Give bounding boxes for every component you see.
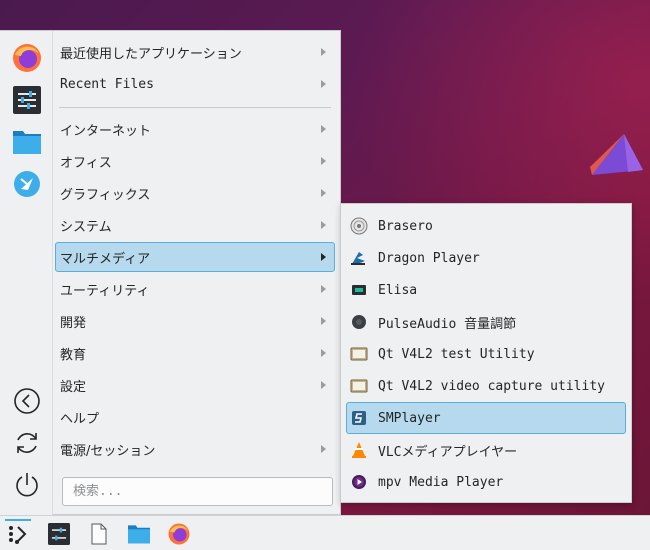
menu-item-label: Recent Files	[60, 76, 154, 92]
submenu-item-label: Dragon Player	[378, 250, 480, 266]
menu-item-label: 開発	[60, 315, 87, 331]
favorite-discover[interactable]	[10, 167, 44, 201]
taskbar-file-manager[interactable]	[125, 520, 153, 548]
taskbar-system-settings[interactable]	[45, 520, 73, 548]
file-manager-icon	[128, 525, 150, 544]
disc-icon	[350, 217, 368, 235]
wallpaper-logo-shape	[590, 134, 643, 175]
favorite-file-manager[interactable]	[10, 125, 44, 159]
menu-item-label: ユーティリティ	[60, 283, 150, 299]
submenu-item-label: SMPlayer	[378, 410, 441, 426]
search-box[interactable]	[62, 477, 333, 506]
taskbar	[0, 515, 650, 550]
menu-item-office[interactable]: オフィス	[55, 146, 335, 176]
chevron-right-icon	[321, 253, 326, 261]
submenu-item-dragon-player[interactable]: Dragon Player	[346, 242, 626, 274]
menu-item-multimedia[interactable]: マルチメディア	[55, 242, 335, 272]
discover-icon	[14, 171, 40, 197]
file-manager-icon	[13, 131, 41, 154]
favorite-system-settings[interactable]	[10, 83, 44, 117]
submenu-item-qv4l2[interactable]: Qt V4L2 test Utility	[346, 338, 626, 370]
chevron-right-icon	[321, 381, 326, 389]
chevron-right-icon	[321, 189, 326, 197]
menu-item-label: インターネット	[60, 123, 152, 139]
dragon-player-icon	[350, 249, 368, 267]
chevron-right-icon	[321, 221, 326, 229]
elisa-icon	[350, 281, 368, 299]
favorites-sidebar	[0, 31, 53, 516]
submenu-item-label: Qt V4L2 test Utility	[378, 346, 535, 362]
multimedia-submenu: Brasero Dragon Player Elisa PulseAudio 音…	[340, 203, 632, 503]
menu-item-settings[interactable]: 設定	[55, 370, 335, 400]
qv4l2-icon	[350, 345, 368, 363]
menu-item-education[interactable]: 教育	[55, 338, 335, 368]
chevron-right-icon	[321, 125, 326, 133]
chevron-right-icon	[321, 285, 326, 293]
submenu-item-qvidcap[interactable]: Qt V4L2 video capture utility	[346, 370, 626, 402]
application-launcher-button[interactable]	[4, 519, 32, 548]
taskbar-document[interactable]	[85, 520, 113, 548]
submenu-item-mpv[interactable]: mpv Media Player	[346, 466, 626, 498]
menu-item-recent-applications[interactable]: 最近使用したアプリケーション	[55, 37, 335, 67]
chevron-right-icon	[321, 445, 326, 453]
qvidcap-icon	[350, 377, 368, 395]
submenu-item-smplayer[interactable]: SMPlayer	[346, 402, 626, 434]
firefox-icon	[168, 523, 190, 545]
shutdown-button[interactable]	[12, 470, 42, 500]
submenu-item-elisa[interactable]: Elisa	[346, 274, 626, 306]
chevron-right-icon	[321, 48, 326, 56]
submenu-item-brasero[interactable]: Brasero	[346, 210, 626, 242]
restart-icon	[17, 433, 37, 453]
chevron-right-icon	[321, 317, 326, 325]
vlc-icon	[350, 441, 368, 459]
application-menu: 最近使用したアプリケーション Recent Files インターネット オフィス…	[0, 30, 341, 516]
application-launcher-icon	[9, 526, 27, 544]
menu-item-label: システム	[60, 219, 112, 235]
chevron-right-icon	[321, 80, 326, 88]
back-arrow-icon	[14, 388, 40, 414]
menu-item-power-session[interactable]: 電源/セッション	[55, 434, 335, 464]
favorite-firefox[interactable]	[10, 41, 44, 75]
submenu-item-vlc[interactable]: VLCメディアプレイヤー	[346, 434, 626, 466]
search-input[interactable]	[71, 483, 324, 500]
document-icon	[91, 523, 107, 545]
submenu-item-label: Brasero	[378, 218, 433, 234]
menu-item-label: ヘルプ	[60, 411, 100, 427]
chevron-right-icon	[321, 349, 326, 357]
smplayer-icon	[350, 409, 368, 427]
menu-item-label: 設定	[60, 379, 87, 395]
pulseaudio-icon	[350, 313, 368, 331]
menu-item-label: グラフィックス	[60, 187, 151, 203]
menu-item-label: 電源/セッション	[60, 443, 156, 459]
menu-item-label: 最近使用したアプリケーション	[60, 46, 242, 62]
restart-button[interactable]	[12, 428, 42, 458]
logout-button[interactable]	[12, 386, 42, 416]
firefox-icon	[13, 44, 41, 72]
submenu-item-label: VLCメディアプレイヤー	[378, 444, 518, 460]
submenu-item-pulseaudio[interactable]: PulseAudio 音量調節	[346, 306, 626, 338]
menu-item-internet[interactable]: インターネット	[55, 114, 335, 144]
menu-separator	[59, 107, 331, 108]
menu-item-label: マルチメディア	[60, 251, 151, 267]
menu-item-recent-files[interactable]: Recent Files	[55, 69, 335, 99]
menu-item-system[interactable]: システム	[55, 210, 335, 240]
menu-item-utilities[interactable]: ユーティリティ	[55, 274, 335, 304]
menu-item-graphics[interactable]: グラフィックス	[55, 178, 335, 208]
menu-item-label: 教育	[60, 347, 87, 363]
shutdown-icon	[16, 473, 38, 497]
system-settings-icon	[48, 523, 70, 545]
menu-item-help[interactable]: ヘルプ	[55, 402, 335, 432]
chevron-right-icon	[321, 157, 326, 165]
menu-item-development[interactable]: 開発	[55, 306, 335, 336]
system-settings-icon	[13, 86, 41, 114]
menu-item-label: オフィス	[60, 155, 112, 171]
submenu-item-label: mpv Media Player	[378, 474, 504, 490]
taskbar-firefox[interactable]	[165, 520, 193, 548]
submenu-item-label: PulseAudio 音量調節	[378, 316, 517, 332]
submenu-item-label: Elisa	[378, 282, 418, 298]
submenu-item-label: Qt V4L2 video capture utility	[378, 378, 605, 394]
mpv-icon	[350, 473, 368, 491]
